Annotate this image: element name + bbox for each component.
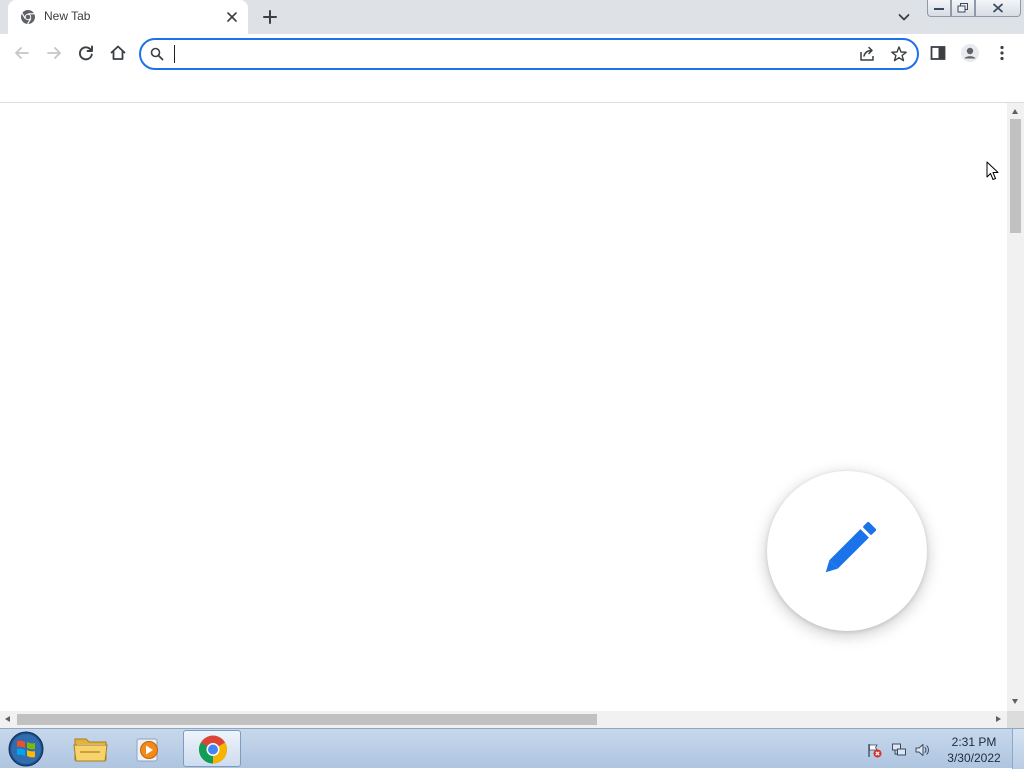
chevron-down-icon[interactable]	[896, 9, 912, 25]
browser-toolbar	[0, 34, 1024, 72]
horizontal-scroll-thumb[interactable]	[17, 714, 597, 725]
horizontal-scrollbar[interactable]	[0, 711, 1007, 728]
vertical-scroll-thumb[interactable]	[1010, 119, 1021, 233]
arrow-right-icon[interactable]	[44, 43, 64, 63]
file-explorer-icon	[73, 738, 108, 762]
taskbar-file-explorer[interactable]	[62, 730, 120, 767]
bookmarks-bar	[0, 72, 1024, 103]
volume-icon[interactable]	[914, 742, 930, 758]
scroll-right-icon[interactable]	[996, 716, 1001, 722]
side-panel-icon[interactable]	[928, 43, 948, 63]
plus-icon[interactable]	[260, 7, 280, 27]
restore-icon	[957, 3, 968, 13]
address-input[interactable]	[173, 43, 813, 65]
share-icon[interactable]	[858, 45, 876, 63]
close-icon[interactable]	[224, 9, 240, 25]
tab-strip: New Tab	[0, 0, 1024, 34]
vertical-scrollbar[interactable]	[1007, 103, 1024, 711]
start-button[interactable]	[6, 730, 46, 768]
chrome-icon	[199, 735, 227, 764]
chrome-icon	[21, 10, 35, 25]
taskbar: 2:31 PM 3/30/2022	[0, 728, 1024, 769]
clock-date: 3/30/2022	[947, 751, 1001, 765]
text-caret	[174, 45, 175, 63]
media-player-icon	[136, 738, 158, 762]
minimize-icon	[934, 8, 944, 10]
taskbar-chrome[interactable]	[183, 730, 241, 767]
pencil-icon	[825, 521, 877, 573]
show-desktop-button[interactable]	[1012, 729, 1024, 769]
scroll-up-icon[interactable]	[1012, 109, 1018, 114]
reload-icon[interactable]	[76, 43, 96, 63]
scroll-left-icon[interactable]	[5, 716, 10, 722]
search-icon	[150, 47, 164, 61]
home-icon[interactable]	[108, 43, 128, 63]
close-icon	[992, 3, 1004, 13]
tab-title: New Tab	[44, 9, 91, 23]
system-clock[interactable]: 2:31 PM 3/30/2022	[938, 734, 1010, 766]
scrollbar-corner	[1007, 711, 1024, 728]
star-icon[interactable]	[890, 45, 908, 63]
arrow-left-icon[interactable]	[12, 43, 32, 63]
mouse-cursor-icon	[986, 161, 999, 180]
profile-icon[interactable]	[960, 43, 980, 63]
action-center-flag-icon[interactable]	[866, 742, 882, 758]
network-icon[interactable]	[891, 742, 907, 758]
clock-time: 2:31 PM	[951, 735, 997, 749]
taskbar-media-player[interactable]	[120, 730, 178, 767]
edit-button[interactable]	[767, 471, 927, 631]
tab-new-tab[interactable]: New Tab	[8, 0, 248, 34]
minimize-button[interactable]	[927, 0, 951, 17]
restore-button[interactable]	[951, 0, 975, 17]
kebab-menu-icon[interactable]	[992, 43, 1012, 63]
close-window-button[interactable]	[975, 0, 1021, 17]
address-bar[interactable]	[139, 38, 919, 70]
scroll-down-icon[interactable]	[1012, 699, 1018, 704]
